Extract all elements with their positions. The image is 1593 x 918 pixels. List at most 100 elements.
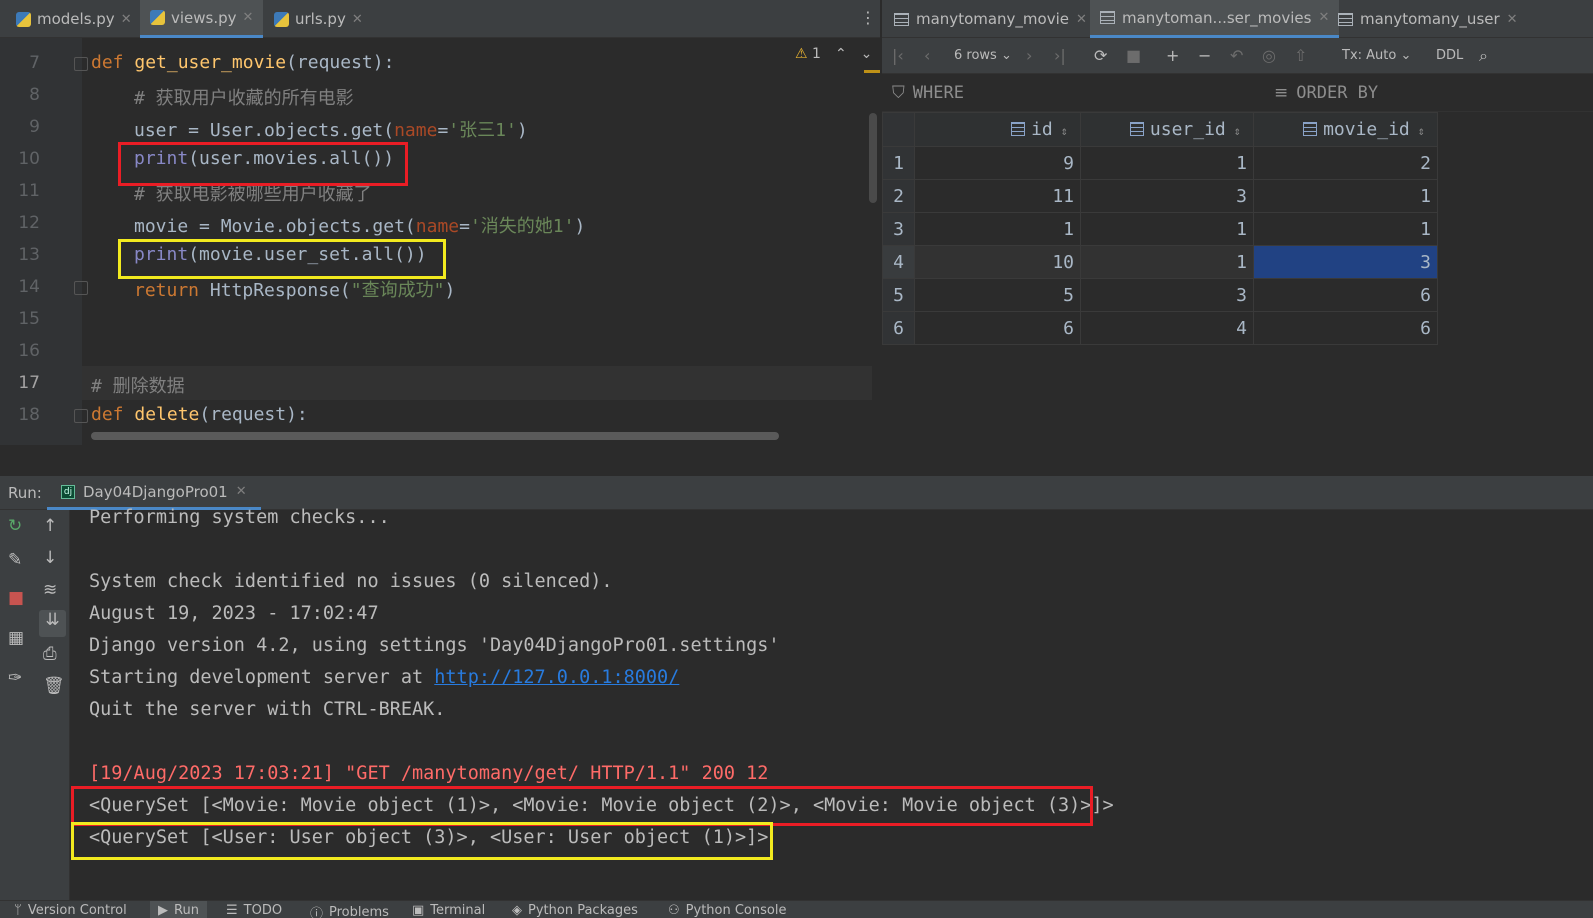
cell-id[interactable]: 1 [914,212,1081,246]
cell-movie-id[interactable]: 1 [1253,212,1438,246]
scroll-to-end-icon[interactable]: ⇊ [39,610,66,637]
tab-views-py[interactable]: views.py ✕ [140,0,264,38]
close-icon[interactable]: ✕ [243,10,254,25]
console-output[interactable]: Performing system checks... System check… [71,507,1593,900]
problems-button[interactable]: ⓘ Problems [310,903,389,918]
stop-icon[interactable]: ■ [1126,46,1141,65]
cell-id[interactable]: 6 [914,311,1081,345]
fold-icon[interactable] [74,57,88,71]
close-icon[interactable]: ✕ [1076,12,1087,27]
sort-icon[interactable]: ⇕ [1418,124,1425,138]
cell-movie-id[interactable]: 2 [1253,146,1438,180]
preview-changes-icon[interactable]: ◎ [1262,46,1276,65]
tab-manytomany-user-movies[interactable]: manytoman...ser_movies ✕ [1090,0,1340,38]
fold-icon[interactable] [74,409,88,423]
cell-user-id[interactable]: 1 [1080,212,1254,246]
search-icon[interactable]: ⌕ [1479,46,1488,66]
tab-urls-py[interactable]: urls.py ✕ [264,0,373,38]
prev-page-icon[interactable]: ‹ [924,46,930,65]
row-number[interactable]: 4 [882,245,915,279]
rerun-icon[interactable]: ↻ [8,516,22,536]
order-by-filter[interactable]: ≡ ORDER BY [1274,83,1378,103]
code-editor[interactable]: 7 8 9 10 11 12 13 14 15 16 17 18 def get… [0,38,880,445]
row-number[interactable]: 2 [882,179,915,213]
cell-user-id[interactable]: 3 [1080,179,1254,213]
pin-icon[interactable]: ✑ [8,668,22,688]
run-button[interactable]: ▶ Run [150,901,207,918]
run-config-tab[interactable]: dj Day04DjangoPro01 ✕ [47,476,261,510]
table-row[interactable]: 1 9 1 2 [882,146,1438,180]
column-header-id[interactable]: id ⇕ [914,112,1081,147]
next-page-icon[interactable]: › [1026,46,1032,65]
cell-user-id[interactable]: 1 [1080,146,1254,180]
where-filter[interactable]: ⛉ WHERE [892,83,964,103]
table-row[interactable]: 3 1 1 1 [882,212,1438,246]
trash-icon[interactable]: 🗑 [43,676,65,696]
chevron-down-icon[interactable]: ⌄ [861,46,873,62]
cell-id[interactable]: 11 [914,179,1081,213]
print-icon[interactable]: ⎙ [43,644,57,664]
terminal-button[interactable]: ▣ Terminal [412,903,485,918]
table-row[interactable]: 6 6 4 6 [882,311,1438,345]
horizontal-scrollbar[interactable] [91,432,779,440]
sort-icon[interactable]: ⇕ [1234,124,1241,138]
cell-id[interactable]: 5 [914,278,1081,312]
todo-button[interactable]: ☰ TODO [226,903,282,918]
warning-indicator[interactable]: ⚠ 1 [795,46,821,62]
code-text: (request): [199,404,308,425]
cell-user-id[interactable]: 1 [1080,245,1254,279]
delete-row-icon[interactable]: − [1198,46,1211,65]
arrow-up-icon[interactable]: ↑ [43,516,57,536]
ddl-button[interactable]: DDL [1436,48,1463,63]
submit-icon[interactable]: ⇧ [1294,46,1307,65]
cell-movie-id[interactable]: 1 [1253,179,1438,213]
row-number[interactable]: 1 [882,146,915,180]
cell-user-id[interactable]: 4 [1080,311,1254,345]
python-console-button[interactable]: ⚇ Python Console [668,903,786,918]
refresh-icon[interactable]: ⟳ [1094,46,1107,65]
arrow-down-icon[interactable]: ↓ [43,548,57,568]
table-row-selected[interactable]: 4 10 1 3 [882,245,1438,279]
python-packages-button[interactable]: ◈ Python Packages [512,903,638,918]
tx-mode-selector[interactable]: Tx: Auto ⌄ [1342,48,1411,63]
soft-wrap-icon[interactable]: ≋ [43,580,57,600]
table-row[interactable]: 2 11 3 1 [882,179,1438,213]
row-number[interactable]: 6 [882,311,915,345]
result-grid[interactable]: id ⇕ user_id ⇕ movie_id ⇕ 1 9 1 2 2 11 3 1 … [882,112,1593,474]
fold-icon[interactable] [74,281,88,295]
column-header-user-id[interactable]: user_id ⇕ [1080,112,1254,147]
close-icon[interactable]: ✕ [236,484,247,499]
close-icon[interactable]: ✕ [352,12,363,27]
cell-movie-id[interactable]: 6 [1253,278,1438,312]
close-icon[interactable]: ✕ [121,12,132,27]
cell-id[interactable]: 9 [914,146,1081,180]
row-number[interactable]: 3 [882,212,915,246]
cell-id[interactable]: 10 [914,245,1081,279]
close-icon[interactable]: ✕ [1507,12,1518,27]
last-page-icon[interactable]: ›| [1054,46,1066,65]
stop-icon[interactable]: ■ [8,588,24,608]
vertical-scrollbar[interactable] [869,113,877,203]
cell-movie-id[interactable]: 6 [1253,311,1438,345]
inspection-widget[interactable]: ⚠ 1 ⌃ ⌄ [795,46,872,62]
wrench-icon[interactable]: ✎ [8,550,22,570]
column-header-movie-id[interactable]: movie_id ⇕ [1253,112,1438,147]
server-url-link[interactable]: http://127.0.0.1:8000/ [434,667,679,688]
tab-models-py[interactable]: models.py ✕ [6,0,142,38]
version-control-button[interactable]: ᛘ Version Control [14,903,127,918]
more-tabs-icon[interactable]: ⋮ [860,8,876,27]
row-number[interactable]: 5 [882,278,915,312]
table-row[interactable]: 5 5 3 6 [882,278,1438,312]
chevron-up-icon[interactable]: ⌃ [835,46,847,62]
cell-movie-id-selected[interactable]: 3 [1253,245,1438,279]
layout-icon[interactable]: ▦ [8,628,24,648]
first-page-icon[interactable]: |‹ [892,46,904,65]
tab-manytomany-movie[interactable]: manytomany_movie ✕ [884,0,1097,38]
revert-icon[interactable]: ↶ [1230,46,1243,65]
sort-icon[interactable]: ⇕ [1061,124,1068,138]
add-row-icon[interactable]: + [1166,46,1179,65]
cell-user-id[interactable]: 3 [1080,278,1254,312]
line-number: 13 [18,245,40,265]
rows-selector[interactable]: 6 rows ⌄ [954,48,1012,63]
tab-manytomany-user[interactable]: manytomany_user ✕ [1328,0,1528,38]
